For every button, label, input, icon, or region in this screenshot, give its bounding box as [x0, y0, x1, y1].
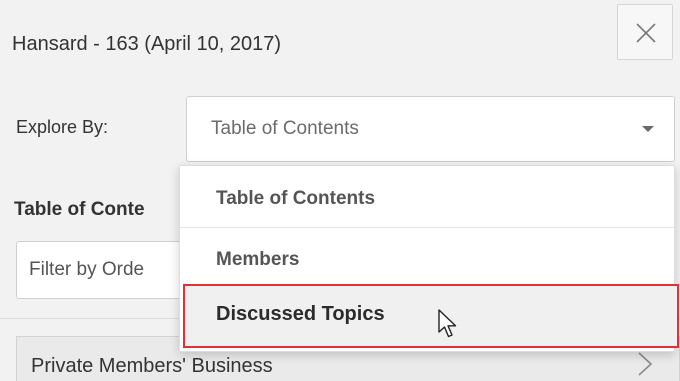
panel-header: Hansard - 163 (April 10, 2017)	[0, 0, 680, 90]
dropdown-option-label: Members	[216, 249, 300, 270]
explore-panel: Hansard - 163 (April 10, 2017) Explore B…	[0, 0, 680, 381]
dropdown-option-table-of-contents[interactable]: Table of Contents	[180, 166, 674, 228]
dropdown-option-discussed-topics[interactable]: Discussed Topics	[183, 284, 679, 348]
chevron-right-icon	[638, 352, 653, 376]
chevron-down-icon	[642, 126, 654, 132]
dropdown-option-members[interactable]: Members	[180, 228, 674, 286]
list-item-label: Private Members' Business	[31, 355, 273, 377]
close-button[interactable]	[617, 4, 673, 60]
mouse-pointer-icon	[438, 309, 457, 338]
dropdown-option-label: Table of Contents	[216, 188, 376, 209]
dropdown-option-label: Discussed Topics	[216, 303, 385, 325]
explore-by-select[interactable]: Table of Contents	[186, 96, 675, 162]
explore-by-label: Explore By:	[16, 117, 109, 137]
close-icon	[636, 23, 656, 43]
toc-heading: Table of Conte	[14, 199, 145, 220]
explore-by-selected-value: Table of Contents	[211, 118, 359, 139]
page-title: Hansard - 163 (April 10, 2017)	[12, 33, 282, 55]
